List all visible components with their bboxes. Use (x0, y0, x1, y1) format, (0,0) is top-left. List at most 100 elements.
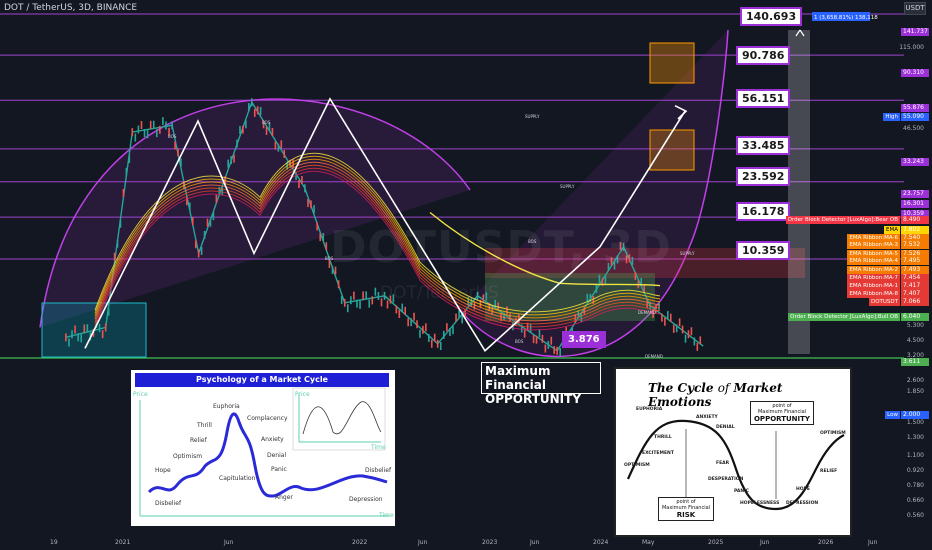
candle (532, 335, 535, 344)
indicator-label: EMA Ribbon:MA-7 (847, 274, 900, 282)
candle (678, 318, 681, 327)
candle (669, 313, 672, 322)
indicator-label: EMA Ribbon:MA-1 (847, 282, 900, 290)
candle (203, 231, 206, 240)
candle (313, 205, 315, 214)
candle (661, 313, 663, 322)
price-tick: 5.300 (906, 322, 924, 329)
candle (350, 296, 352, 305)
candle (143, 129, 146, 138)
price-tick: 0.920 (906, 467, 924, 474)
zone-label: SUPPLY (680, 251, 695, 256)
bottom-price-tag: 3.876 (562, 331, 606, 348)
quote-currency-badge[interactable]: USDT (904, 2, 926, 15)
price-scale-label: 2.000 (901, 411, 929, 419)
candle (583, 306, 586, 315)
candle (362, 291, 364, 300)
candle (684, 334, 687, 343)
candle (452, 326, 454, 335)
candle (80, 334, 83, 343)
opportunity-line1: Maximum Financial (485, 364, 551, 392)
candle (506, 306, 508, 315)
candle (174, 141, 176, 150)
candle (559, 347, 561, 356)
candle (86, 324, 89, 333)
candle (162, 117, 164, 126)
candle (191, 217, 194, 226)
target-price-tag: 23.592 (736, 167, 791, 186)
target-price-tag: 140.693 (740, 7, 803, 26)
price-scale-label: 7.407 (901, 290, 929, 298)
cycle-label: Complacency (247, 415, 288, 422)
candle (242, 125, 244, 134)
candle (371, 296, 374, 305)
candle (580, 314, 583, 323)
chart-canvas[interactable]: 1 (3,658.81%) 138,118 SUPPLY SUPPLY SUPPLY D… (0, 0, 932, 550)
cycle-label: Disbelief (365, 467, 392, 474)
candle (458, 310, 460, 319)
measure-label: 1 (3,658.81%) 138,118 (814, 15, 878, 21)
candle (322, 232, 325, 241)
emotion-label: RELIEF (820, 469, 838, 474)
candle (658, 302, 660, 311)
small-axis-price-label: Price (295, 391, 310, 398)
psychology-cycle-image: Psychology of a Market Cycle Price Time … (131, 370, 395, 526)
market-emotions-image: The Cycle of Market Emotions EUPHORIA AN… (614, 367, 852, 537)
time-tick: 2022 (352, 539, 368, 546)
candle (180, 158, 182, 167)
zone-label: BOS (515, 339, 524, 344)
candle (215, 194, 218, 203)
emotion-label: DEPRESSION (786, 501, 819, 506)
target-price-tag: 56.151 (736, 89, 791, 108)
candle (122, 189, 125, 198)
price-scale-label: 141.737 (901, 28, 929, 36)
price-scale-label: 7.802 (901, 226, 929, 234)
candle (425, 323, 427, 332)
candle (365, 291, 367, 300)
time-tick: Jun (868, 539, 878, 546)
candle (283, 149, 286, 158)
indicator-label: EMA Ribbon:MA-3 (847, 241, 900, 249)
candle (430, 339, 433, 348)
axis-time-label: Time (379, 512, 394, 519)
indicator-label: EMA Ribbon:MA-4 (847, 257, 900, 265)
opportunity-annotation: Maximum Financial OPPORTUNITY (481, 362, 601, 406)
candle (520, 324, 523, 333)
candle (104, 323, 107, 332)
risk-box: point of Maximum Financial RISK (658, 497, 714, 521)
candle (544, 344, 547, 353)
candle (433, 333, 436, 342)
emotion-label: OPTIMISM (624, 463, 650, 468)
candle (407, 318, 409, 327)
candle (152, 120, 155, 129)
candle (209, 218, 212, 227)
price-scale-label: 7.066 (901, 298, 929, 306)
target-price-tag: 33.485 (736, 136, 791, 155)
cycle-label: Thrill (197, 422, 212, 429)
candle (346, 304, 349, 313)
emotion-label: THRILL (654, 435, 672, 440)
cycle-label: Denial (267, 452, 287, 459)
price-tick: 2.600 (906, 377, 924, 384)
candle (171, 121, 173, 130)
candle (556, 346, 558, 355)
candle (646, 300, 648, 309)
candle (643, 284, 646, 293)
candle (319, 233, 322, 242)
candle (230, 156, 232, 165)
zone-label: BOS (168, 134, 177, 139)
candle (325, 242, 328, 251)
candle (65, 333, 67, 342)
candle (343, 298, 346, 307)
candle (316, 222, 318, 231)
price-scale-label: 7.495 (901, 257, 929, 265)
candle (310, 200, 312, 209)
candle (523, 329, 526, 338)
time-tick: Jun (224, 539, 234, 546)
candle (634, 271, 637, 280)
price-scale-label: 23.757 (901, 190, 929, 198)
candle (398, 309, 401, 318)
candle (113, 252, 116, 261)
candle (236, 139, 238, 148)
candle (131, 128, 134, 137)
